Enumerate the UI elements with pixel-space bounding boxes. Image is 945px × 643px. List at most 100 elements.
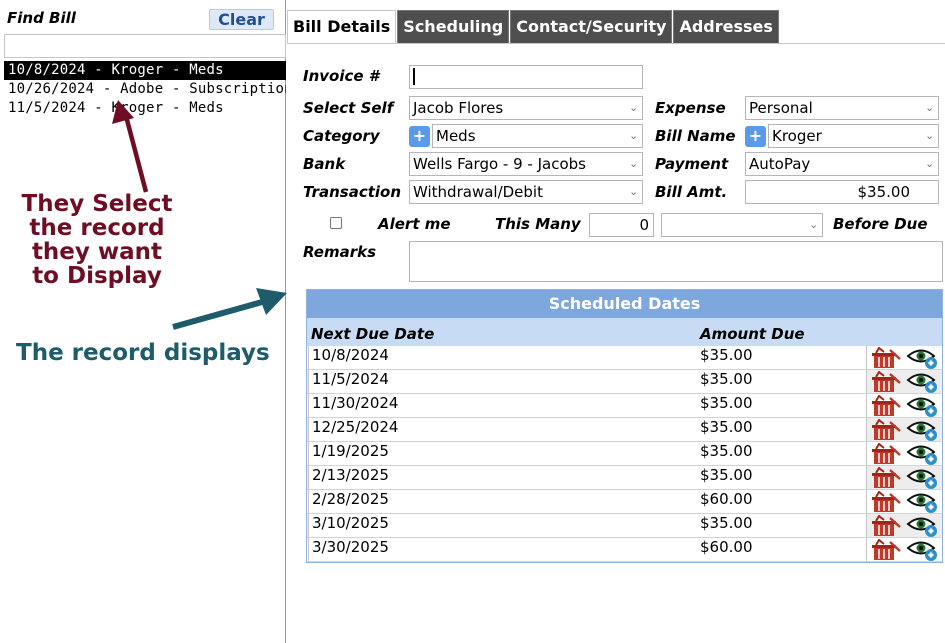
tab-contact-security[interactable]: Contact/Security <box>510 10 673 43</box>
amount-due-cell: $35.00 <box>697 466 867 489</box>
chevron-down-icon: ⌄ <box>629 101 639 114</box>
clear-button[interactable]: Clear <box>209 9 274 30</box>
tab-divider <box>287 43 945 44</box>
delete-trash-icon[interactable] <box>870 515 902 537</box>
view-eye-icon[interactable] <box>906 515 940 537</box>
bill-result-item[interactable]: 10/26/2024 - Adobe - Subscriptions <box>4 80 286 99</box>
tab-bar: Bill Details Scheduling Contact/Security… <box>287 10 780 43</box>
bank-value: Wells Fargo - 9 - Jacobs <box>413 155 586 173</box>
view-eye-icon[interactable] <box>906 347 940 369</box>
amount-due-header: Amount Due <box>700 325 805 343</box>
bill-name-label: Bill Name <box>655 127 736 145</box>
expense-dropdown[interactable]: Personal ⌄ <box>745 96 939 120</box>
category-dropdown[interactable]: Meds ⌄ <box>432 124 643 148</box>
view-eye-icon[interactable] <box>906 491 940 513</box>
transaction-dropdown[interactable]: Withdrawal/Debit ⌄ <box>409 180 643 204</box>
bank-dropdown[interactable]: Wells Fargo - 9 - Jacobs ⌄ <box>409 152 643 176</box>
delete-trash-icon[interactable] <box>870 491 902 513</box>
annotation-record-displays: The record displays <box>16 340 270 366</box>
text-cursor <box>413 68 415 85</box>
bill-result-list: 10/8/2024 - Kroger - Meds 10/26/2024 - A… <box>4 61 286 118</box>
table-row: 12/25/2024 $35.00 <box>307 418 942 442</box>
amount-due-cell: $35.00 <box>697 346 867 369</box>
annotation-line: to Display <box>32 263 162 289</box>
category-value: Meds <box>436 127 476 145</box>
amount-due-cell: $35.00 <box>697 370 867 393</box>
bill-result-item-selected[interactable]: 10/8/2024 - Kroger - Meds <box>4 61 286 80</box>
find-bill-search-input[interactable] <box>4 34 286 58</box>
delete-trash-icon[interactable] <box>870 419 902 441</box>
this-many-label: This Many <box>495 215 581 233</box>
next-due-date-cell: 11/5/2024 <box>308 370 698 393</box>
alert-me-label: Alert me <box>378 215 451 233</box>
view-eye-icon[interactable] <box>906 419 940 441</box>
view-eye-icon[interactable] <box>906 371 940 393</box>
expense-value: Personal <box>749 99 813 117</box>
scheduled-dates-header: Next Due Date Amount Due <box>307 318 942 346</box>
transaction-label: Transaction <box>303 183 402 201</box>
remarks-textarea[interactable] <box>409 241 943 282</box>
view-eye-icon[interactable] <box>906 443 940 465</box>
amount-due-cell: $35.00 <box>697 442 867 465</box>
chevron-down-icon: ⌄ <box>629 185 639 198</box>
view-eye-icon[interactable] <box>906 395 940 417</box>
next-due-date-cell: 12/25/2024 <box>308 418 698 441</box>
tab-bill-details[interactable]: Bill Details <box>287 10 397 43</box>
remarks-label: Remarks <box>303 243 377 261</box>
bill-name-dropdown[interactable]: Kroger ⌄ <box>768 124 939 148</box>
next-due-date-cell: 2/28/2025 <box>308 490 698 513</box>
select-self-dropdown[interactable]: Jacob Flores ⌄ <box>409 96 643 120</box>
annotation-line: the record <box>29 215 165 241</box>
bill-name-value: Kroger <box>772 127 822 145</box>
bank-label: Bank <box>303 155 346 173</box>
before-due-label: Before Due <box>833 215 928 233</box>
annotation-line: they want <box>31 239 163 265</box>
bill-result-item[interactable]: 11/5/2024 - Kroger - Meds <box>4 99 286 118</box>
table-row: 3/30/2025 $60.00 <box>307 538 942 562</box>
next-due-date-cell: 11/30/2024 <box>308 394 698 417</box>
tab-scheduling[interactable]: Scheduling <box>397 10 510 43</box>
delete-trash-icon[interactable] <box>870 443 902 465</box>
select-self-value: Jacob Flores <box>413 99 504 117</box>
table-row: 10/8/2024 $35.00 <box>307 346 942 370</box>
category-label: Category <box>303 127 380 145</box>
view-eye-icon[interactable] <box>906 539 940 561</box>
scheduled-dates-table: Scheduled Dates Next Due Date Amount Due… <box>306 289 943 563</box>
delete-trash-icon[interactable] <box>870 347 902 369</box>
table-row: 2/28/2025 $60.00 <box>307 490 942 514</box>
alert-unit-dropdown[interactable]: ⌄ <box>661 213 823 237</box>
this-many-input[interactable]: 0 <box>589 213 654 237</box>
alert-me-checkbox[interactable] <box>330 217 342 229</box>
next-due-date-cell: 1/19/2025 <box>308 442 698 465</box>
find-bill-title: Find Bill <box>7 9 76 27</box>
table-row: 11/30/2024 $35.00 <box>307 394 942 418</box>
next-due-date-cell: 2/13/2025 <box>308 466 698 489</box>
amount-due-cell: $35.00 <box>697 418 867 441</box>
bill-amount-label: Bill Amt. <box>655 183 728 201</box>
table-row: 2/13/2025 $35.00 <box>307 466 942 490</box>
payment-value: AutoPay <box>749 155 811 173</box>
amount-due-cell: $60.00 <box>697 538 867 561</box>
view-eye-icon[interactable] <box>906 467 940 489</box>
delete-trash-icon[interactable] <box>870 371 902 393</box>
expense-label: Expense <box>655 99 726 117</box>
tab-addresses[interactable]: Addresses <box>673 10 779 43</box>
delete-trash-icon[interactable] <box>870 395 902 417</box>
delete-trash-icon[interactable] <box>870 539 902 561</box>
chevron-down-icon: ⌄ <box>629 129 639 142</box>
chevron-down-icon: ⌄ <box>925 101 935 114</box>
add-category-button[interactable]: + <box>409 126 430 147</box>
invoice-input[interactable] <box>409 65 643 89</box>
amount-due-cell: $35.00 <box>697 394 867 417</box>
payment-label: Payment <box>655 155 729 173</box>
add-bill-name-button[interactable]: + <box>745 126 766 147</box>
next-due-date-header: Next Due Date <box>311 325 435 343</box>
delete-trash-icon[interactable] <box>870 467 902 489</box>
bill-amount-input[interactable]: $35.00 <box>745 180 939 204</box>
scheduled-rows: 10/8/2024 $35.00 11/5/2024 $35.00 11/30/… <box>307 346 942 562</box>
payment-dropdown[interactable]: AutoPay ⌄ <box>745 152 939 176</box>
select-self-label: Select Self <box>303 99 394 117</box>
chevron-down-icon: ⌄ <box>809 218 819 231</box>
table-row: 1/19/2025 $35.00 <box>307 442 942 466</box>
next-due-date-cell: 10/8/2024 <box>308 346 698 369</box>
